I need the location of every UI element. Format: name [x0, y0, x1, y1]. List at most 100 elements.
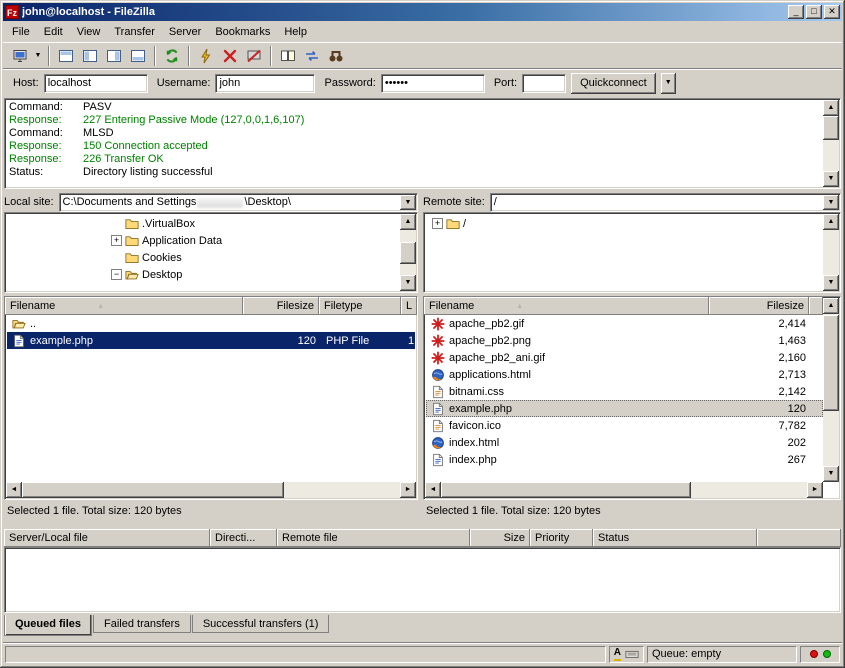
scroll-down-icon[interactable]: ▼	[823, 466, 839, 482]
scroll-right-icon[interactable]: ►	[400, 482, 416, 498]
toggle-local-tree-button[interactable]	[78, 45, 102, 67]
scrollbar-thumb[interactable]	[823, 315, 839, 411]
synchronized-browsing-button[interactable]	[300, 45, 324, 67]
tree-item-desktop[interactable]: − Desktop	[7, 266, 399, 283]
maximize-button[interactable]: □	[806, 5, 822, 19]
scroll-left-icon[interactable]: ◄	[425, 482, 441, 498]
file-row[interactable]: apache_pb2.png 1,463	[426, 332, 823, 349]
menu-view[interactable]: View	[70, 23, 108, 41]
site-manager-dropdown-icon[interactable]: ▼	[32, 45, 44, 67]
menu-transfer[interactable]: Transfer	[107, 23, 162, 41]
scrollbar-thumb[interactable]	[22, 482, 284, 498]
tree-item-application-data[interactable]: + Application Data	[7, 232, 399, 249]
file-row[interactable]: apache_pb2_ani.gif 2,160	[426, 349, 823, 366]
tree-item-root[interactable]: + /	[426, 215, 822, 232]
toolbar: ▼	[3, 42, 842, 68]
file-row[interactable]: apache_pb2.gif 2,414	[426, 315, 823, 332]
disconnect-button[interactable]	[242, 45, 266, 67]
file-row[interactable]: index.html 202	[426, 434, 823, 451]
scroll-right-icon[interactable]: ►	[807, 482, 823, 498]
file-row-example-php[interactable]: example.php 120	[426, 400, 823, 417]
host-input[interactable]	[44, 74, 148, 93]
menu-file[interactable]: File	[5, 23, 37, 41]
log-scrollbar[interactable]: ▲ ▼	[823, 100, 839, 187]
toolbar-separator	[48, 46, 50, 66]
remote-tree-scrollbar[interactable]: ▲ ▼	[823, 214, 839, 291]
refresh-button[interactable]	[160, 45, 184, 67]
password-input[interactable]	[381, 74, 485, 93]
cancel-operation-button[interactable]	[218, 45, 242, 67]
toolbar-separator	[270, 46, 272, 66]
close-button[interactable]: ✕	[824, 5, 840, 19]
expand-icon[interactable]: +	[432, 218, 443, 229]
column-remote-file[interactable]: Remote file	[277, 529, 470, 547]
find-files-button[interactable]	[324, 45, 348, 67]
column-filename[interactable]: Filename ▲	[5, 297, 243, 315]
menu-bookmarks[interactable]: Bookmarks	[208, 23, 277, 41]
scroll-down-icon[interactable]: ▼	[823, 275, 839, 291]
file-row-parent-dir[interactable]: ..	[7, 315, 415, 332]
title-bar[interactable]: Fz john@localhost - FileZilla _ □ ✕	[3, 3, 842, 21]
menu-edit[interactable]: Edit	[37, 23, 70, 41]
transfer-queue-list[interactable]	[4, 547, 841, 613]
scroll-up-icon[interactable]: ▲	[400, 214, 416, 230]
tree-item-virtualbox[interactable]: .VirtualBox	[7, 215, 399, 232]
file-row-example-php[interactable]: example.php 120 PHP File 1	[7, 332, 415, 349]
column-status[interactable]: Status	[593, 529, 757, 547]
scroll-up-icon[interactable]: ▲	[823, 100, 839, 116]
username-input[interactable]	[215, 74, 315, 93]
column-filesize[interactable]: Filesize	[709, 297, 809, 315]
quickconnect-button[interactable]: Quickconnect	[571, 73, 656, 94]
remote-path-combobox[interactable]: / ▼	[490, 193, 841, 212]
directory-comparison-button[interactable]	[276, 45, 300, 67]
combo-dropdown-icon[interactable]: ▼	[400, 195, 416, 210]
menu-help[interactable]: Help	[277, 23, 314, 41]
quickconnect-dropdown-icon[interactable]: ▼	[661, 73, 676, 94]
combo-dropdown-icon[interactable]: ▼	[823, 195, 839, 210]
local-path-combobox[interactable]: C:\Documents and Settings\Desktop\ ▼	[59, 193, 418, 212]
scroll-up-icon[interactable]: ▲	[823, 214, 839, 230]
port-label: Port:	[494, 77, 517, 89]
column-filename[interactable]: Filename ▲	[424, 297, 709, 315]
toggle-queue-button[interactable]	[126, 45, 150, 67]
column-filesize[interactable]: Filesize	[243, 297, 319, 315]
statusbar-indicators-panel: A	[609, 646, 644, 663]
file-row[interactable]: bitnami.css 2,142	[426, 383, 823, 400]
site-manager-button[interactable]	[8, 45, 32, 67]
file-row[interactable]: applications.html 2,713	[426, 366, 823, 383]
remote-list-hscrollbar[interactable]: ◄ ►	[425, 482, 823, 498]
toggle-remote-tree-button[interactable]	[102, 45, 126, 67]
file-row[interactable]: index.php 267	[426, 451, 823, 468]
scroll-down-icon[interactable]: ▼	[823, 171, 839, 187]
column-filetype[interactable]: Filetype	[319, 297, 401, 315]
collapse-icon[interactable]: −	[111, 269, 122, 280]
column-server-local-file[interactable]: Server/Local file	[4, 529, 210, 547]
tab-failed-transfers[interactable]: Failed transfers	[93, 615, 191, 633]
menu-server[interactable]: Server	[162, 23, 208, 41]
scrollbar-thumb[interactable]	[400, 242, 416, 264]
scrollbar-thumb[interactable]	[441, 482, 691, 498]
status-bar: A Queue: empty	[3, 642, 842, 665]
scroll-up-icon[interactable]: ▲	[823, 298, 839, 314]
scrollbar-thumb[interactable]	[823, 116, 839, 140]
toolbar-separator	[154, 46, 156, 66]
column-priority[interactable]: Priority	[530, 529, 593, 547]
minimize-button[interactable]: _	[788, 5, 804, 19]
remote-list-vscrollbar[interactable]: ▲ ▼	[823, 298, 839, 482]
local-list-hscrollbar[interactable]: ◄ ►	[6, 482, 416, 498]
tab-successful-transfers[interactable]: Successful transfers (1)	[192, 615, 330, 633]
expand-icon[interactable]: +	[111, 235, 122, 246]
tree-item-cookies[interactable]: Cookies	[7, 249, 399, 266]
column-direction[interactable]: Directi...	[210, 529, 277, 547]
port-input[interactable]	[522, 74, 566, 93]
scroll-down-icon[interactable]: ▼	[400, 275, 416, 291]
column-size[interactable]: Size	[470, 529, 530, 547]
ico-file-icon	[431, 419, 445, 433]
tab-queued-files[interactable]: Queued files	[4, 615, 92, 636]
process-queue-button[interactable]	[194, 45, 218, 67]
local-tree-scrollbar[interactable]: ▲ ▼	[400, 214, 416, 291]
toggle-message-log-button[interactable]	[54, 45, 78, 67]
file-row[interactable]: favicon.ico 7,782	[426, 417, 823, 434]
scroll-left-icon[interactable]: ◄	[6, 482, 22, 498]
column-last-modified[interactable]: L	[401, 297, 417, 315]
